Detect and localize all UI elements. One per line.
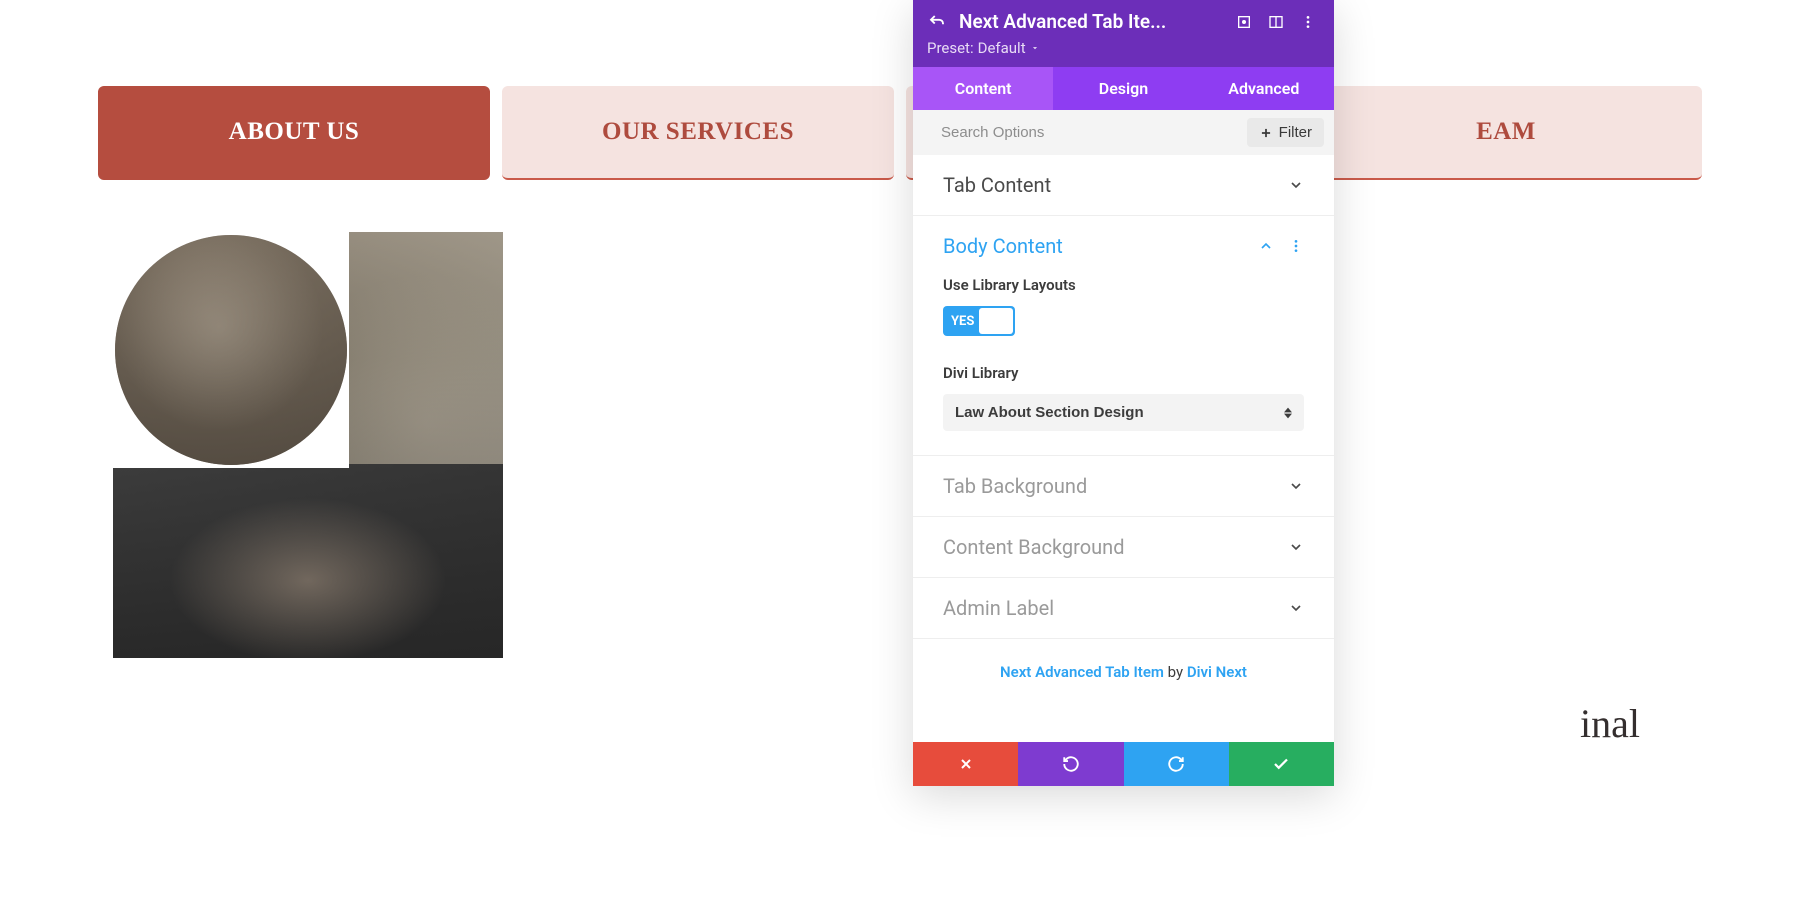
- use-library-toggle[interactable]: YES: [943, 306, 1015, 336]
- about-image-composite: [113, 232, 503, 658]
- section-title: Tab Background: [943, 474, 1087, 498]
- panel-tab-advanced[interactable]: Advanced: [1194, 67, 1334, 110]
- use-library-label: Use Library Layouts: [943, 276, 1304, 294]
- panel-title: Next Advanced Tab Ite...: [959, 10, 1222, 33]
- section-title: Admin Label: [943, 596, 1054, 620]
- tab-team[interactable]: EAM: [1310, 86, 1702, 180]
- undo-icon: [1062, 755, 1080, 773]
- more-options-icon[interactable]: [1298, 12, 1318, 32]
- redo-button[interactable]: [1124, 742, 1229, 786]
- tab-our-services[interactable]: OUR SERVICES: [502, 86, 894, 180]
- section-title: Tab Content: [943, 173, 1051, 197]
- section-title: Body Content: [943, 234, 1063, 258]
- divi-library-select[interactable]: Law About Section Design: [943, 394, 1304, 431]
- check-icon: [1272, 755, 1290, 773]
- section-content-background[interactable]: Content Background: [913, 517, 1334, 578]
- toggle-value: YES: [943, 314, 974, 329]
- toggle-knob: [979, 308, 1013, 334]
- divi-library-label: Divi Library: [943, 364, 1304, 382]
- module-settings-panel: Next Advanced Tab Ite... Preset: Default…: [913, 0, 1334, 786]
- expand-icon[interactable]: [1234, 12, 1254, 32]
- tab-about-us[interactable]: ABOUT US: [98, 86, 490, 180]
- section-body-content[interactable]: Body Content: [913, 216, 1334, 276]
- caret-down-icon: [1030, 43, 1040, 53]
- panel-tab-design[interactable]: Design: [1053, 67, 1193, 110]
- panel-tab-bar: Content Design Advanced: [913, 67, 1334, 110]
- close-icon: [958, 756, 974, 772]
- kebab-icon[interactable]: [1288, 238, 1304, 254]
- save-button[interactable]: [1229, 742, 1334, 786]
- module-name-link[interactable]: Next Advanced Tab Item: [1000, 663, 1164, 681]
- preset-row[interactable]: Preset: Default: [927, 39, 1318, 57]
- about-image-lawyer: [113, 464, 503, 658]
- chevron-down-icon: [1288, 600, 1304, 616]
- section-admin-label[interactable]: Admin Label: [913, 578, 1334, 639]
- search-input[interactable]: [941, 124, 1237, 141]
- undo-back-icon[interactable]: [927, 12, 947, 32]
- filter-label: Filter: [1279, 124, 1312, 141]
- chevron-up-icon: [1258, 238, 1274, 254]
- close-button[interactable]: [913, 742, 1018, 786]
- panel-body: Tab Content Body Content Use Library Lay…: [913, 155, 1334, 742]
- search-row: Filter: [913, 110, 1334, 155]
- by-text: by: [1164, 663, 1187, 681]
- column-view-icon[interactable]: [1266, 12, 1286, 32]
- section-tab-background[interactable]: Tab Background: [913, 456, 1334, 517]
- plus-icon: [1259, 126, 1273, 140]
- section-title: Content Background: [943, 535, 1124, 559]
- chevron-down-icon: [1288, 177, 1304, 193]
- chevron-down-icon: [1288, 539, 1304, 555]
- chevron-down-icon: [1288, 478, 1304, 494]
- body-content-fields: Use Library Layouts YES Divi Library Law…: [913, 276, 1334, 456]
- preset-label: Preset:: [927, 39, 974, 57]
- background-heading-fragment: inal: [1580, 700, 1640, 747]
- preset-value: Default: [978, 39, 1026, 57]
- undo-button[interactable]: [1018, 742, 1123, 786]
- panel-tab-content[interactable]: Content: [913, 67, 1053, 110]
- section-tab-content[interactable]: Tab Content: [913, 155, 1334, 216]
- redo-icon: [1167, 755, 1185, 773]
- main-tabs: ABOUT US OUR SERVICES TRUSTED US EAM: [0, 0, 1800, 180]
- about-image-circle-wrap: [113, 232, 349, 468]
- filter-button[interactable]: Filter: [1247, 118, 1324, 147]
- module-credit: Next Advanced Tab Item by Divi Next: [913, 639, 1334, 705]
- tab-content-area: [0, 232, 1800, 658]
- author-link[interactable]: Divi Next: [1187, 663, 1247, 681]
- panel-header: Next Advanced Tab Ite... Preset: Default: [913, 0, 1334, 67]
- panel-footer: [913, 742, 1334, 786]
- about-image-justice: [115, 235, 347, 465]
